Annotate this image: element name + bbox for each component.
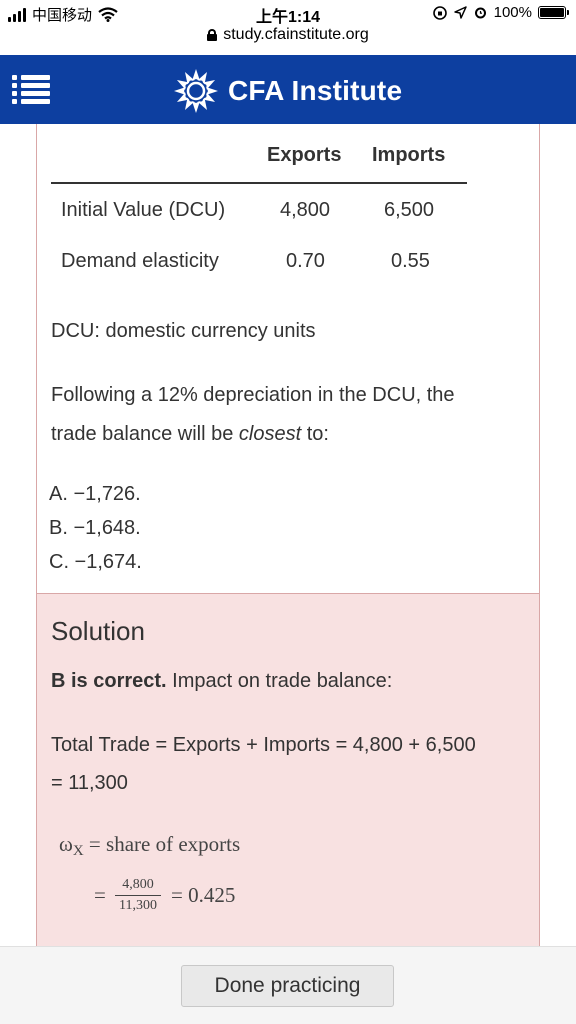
cell-imports-elasticity: 0.55 xyxy=(391,250,430,272)
total-trade-line: Total Trade = Exports + Imports = 4,800 … xyxy=(51,734,476,756)
solution-verdict: B is correct. Impact on trade balance: xyxy=(51,670,393,692)
row-label-initial-value: Initial Value (DCU) xyxy=(61,199,226,221)
lock-icon xyxy=(207,29,218,41)
solution-title: Solution xyxy=(51,616,145,646)
cell-exports-elasticity: 0.70 xyxy=(286,250,325,272)
orientation-lock-icon xyxy=(432,5,447,20)
question-card: Exports Imports Initial Value (DCU) 4,80… xyxy=(36,124,540,594)
address-bar[interactable]: study.cfainstitute.org xyxy=(0,26,576,50)
cell-imports-initial: 6,500 xyxy=(384,199,435,221)
column-header-imports: Imports xyxy=(372,144,446,166)
cell-exports-initial: 4,800 xyxy=(280,199,331,221)
status-right: 100% xyxy=(432,4,569,21)
dcu-note: DCU: domestic currency units xyxy=(51,320,316,342)
done-practicing-button[interactable]: Done practicing xyxy=(181,965,394,1007)
bottom-bar: Done practicing xyxy=(0,946,576,1024)
equals-sign: = xyxy=(94,883,106,907)
row-label-elasticity: Demand elasticity xyxy=(61,250,219,272)
export-share-result: = 0.425 xyxy=(171,883,236,907)
solution-panel: Solution B is correct. Impact on trade b… xyxy=(36,594,540,946)
menu-icon[interactable] xyxy=(12,75,50,105)
battery-icon xyxy=(538,6,569,19)
url-text: study.cfainstitute.org xyxy=(223,26,369,43)
site-header: CFA Institute xyxy=(0,55,576,124)
question-prompt: Following a 12% depreciation in the DCU,… xyxy=(51,384,455,445)
export-share-fraction: 4,800 11,300 xyxy=(115,877,161,914)
status-bar: 中国移动 上午1:14 100% xyxy=(0,0,576,28)
brand-logo[interactable]: CFA Institute xyxy=(172,67,402,115)
table-rule xyxy=(51,182,467,184)
location-icon xyxy=(453,6,467,19)
brand-name: CFA Institute xyxy=(228,75,403,106)
alarm-icon xyxy=(474,7,486,19)
option-b[interactable]: B. −1,648. xyxy=(49,517,141,540)
omega-definition: ωX = share of exports xyxy=(59,832,241,859)
option-a[interactable]: A. −1,726. xyxy=(49,483,141,506)
cfa-globe-icon xyxy=(174,69,218,113)
option-c[interactable]: C. −1,674. xyxy=(49,551,142,574)
battery-percent: 100% xyxy=(493,4,532,21)
total-trade-result: = 11,300 xyxy=(51,772,128,794)
column-header-exports: Exports xyxy=(267,144,342,166)
